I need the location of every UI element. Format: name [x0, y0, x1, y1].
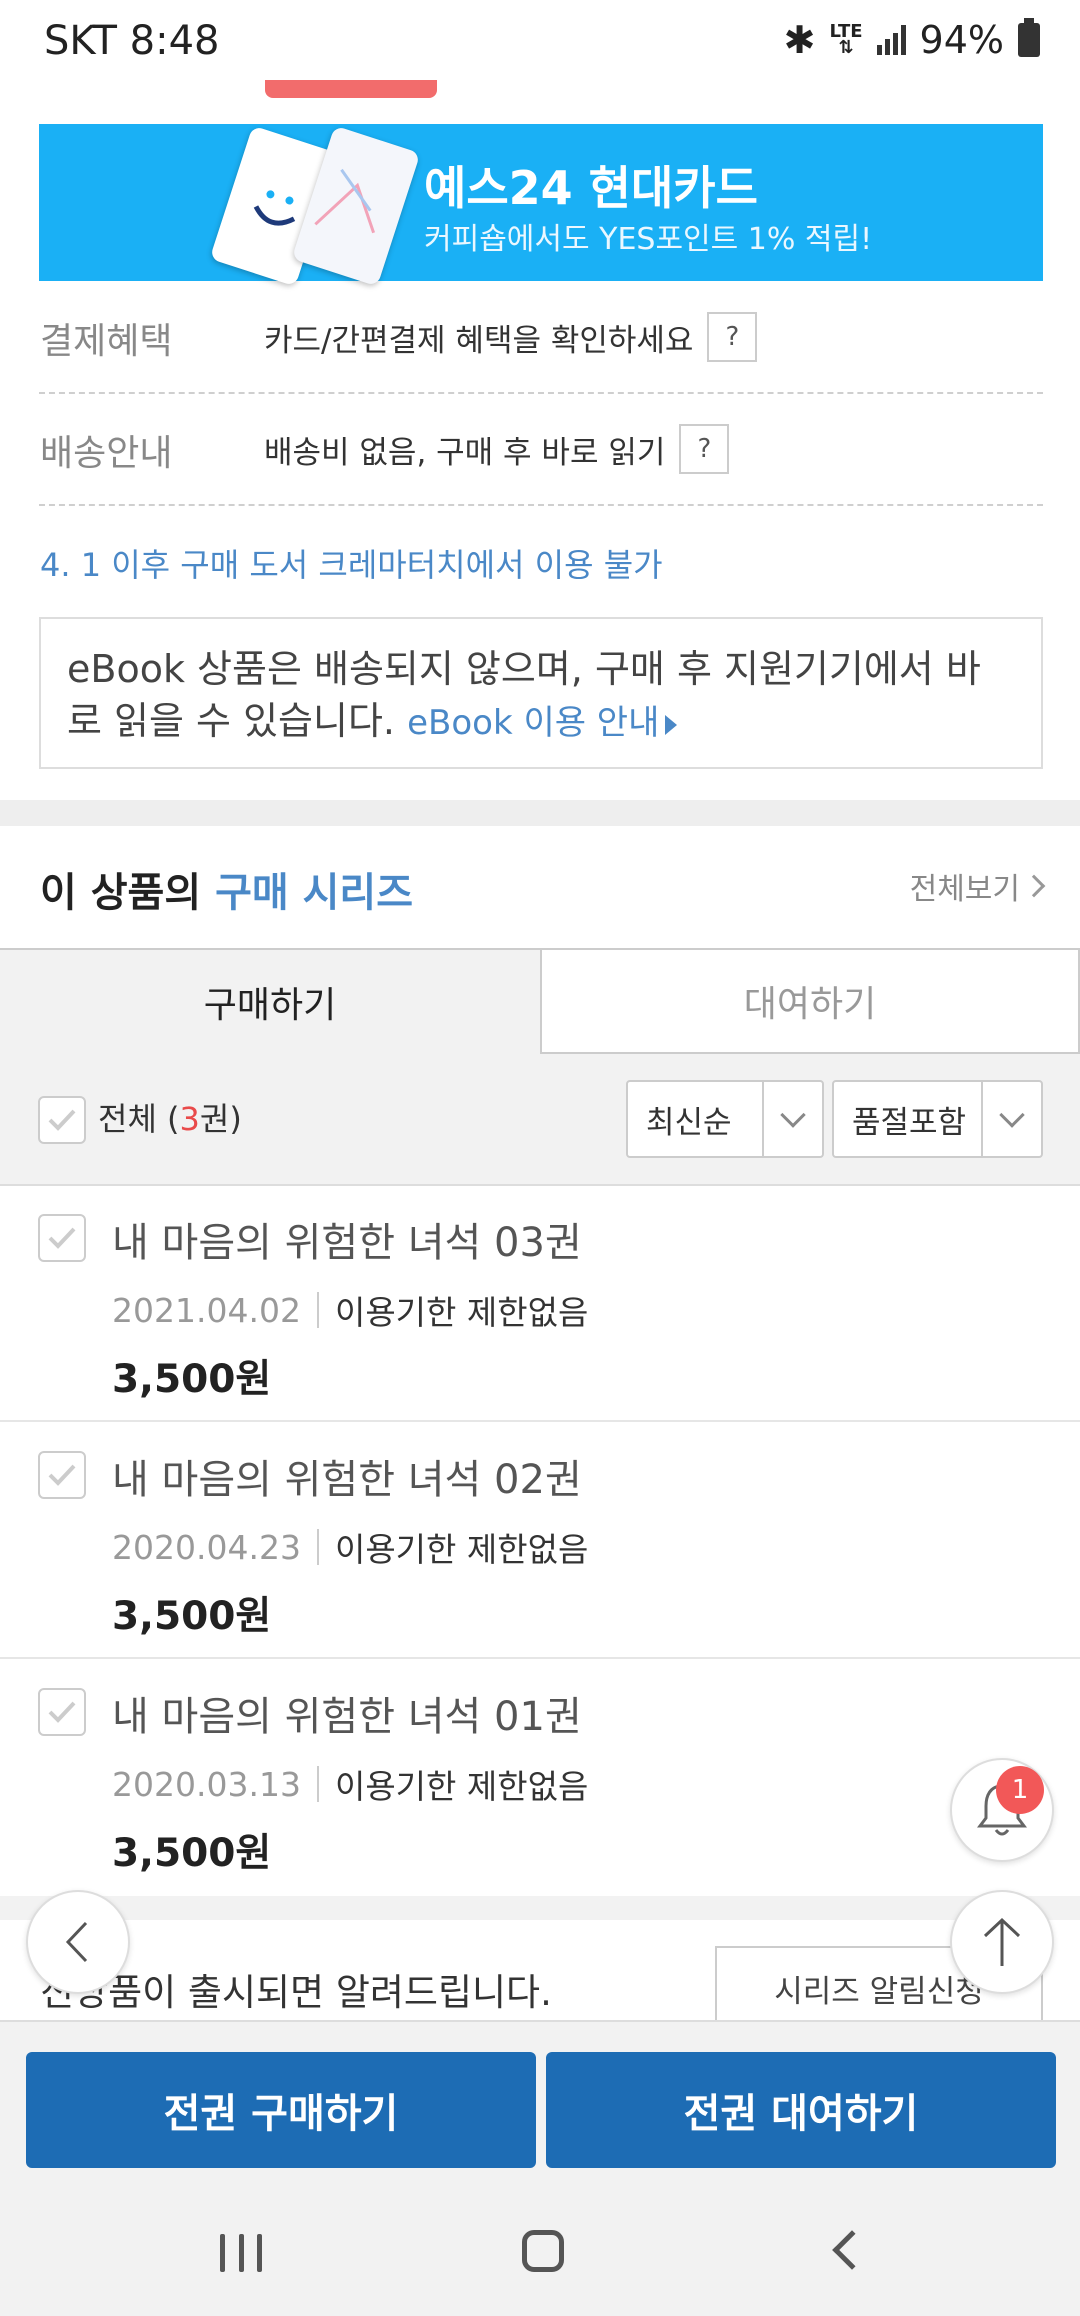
- item-date: 2021.04.02: [112, 1290, 301, 1330]
- item-title: 내 마음의 위험한 녀석 03권: [112, 1220, 582, 1266]
- payment-benefit-row: 카드/간편결제 혜택을 확인하세요 ?: [264, 312, 758, 362]
- view-all-link[interactable]: 전체보기: [910, 864, 1046, 908]
- divider: [39, 504, 1043, 506]
- status-icons: ✱ LTE ⇅ 94%: [784, 18, 1040, 62]
- chevron-down-icon: [999, 1102, 1025, 1128]
- item-checkbox[interactable]: [38, 1688, 86, 1736]
- item-checkbox[interactable]: [38, 1214, 86, 1262]
- payment-benefit-label: 결제혜택: [40, 321, 173, 362]
- notification-button[interactable]: 1: [950, 1758, 1054, 1862]
- play-arrow-icon: [665, 714, 678, 735]
- list-item[interactable]: 내 마음의 위험한 녀석 03권 2021.04.02 이용기한 제한없음 3,…: [0, 1186, 1080, 1422]
- payment-benefit-text: 카드/간편결제 혜택을 확인하세요: [264, 322, 694, 359]
- chevron-right-icon: [1022, 874, 1046, 898]
- home-icon[interactable]: [522, 2230, 564, 2272]
- delivery-label: 배송안내: [40, 433, 173, 474]
- payment-help-button[interactable]: ?: [707, 312, 758, 362]
- rent-all-button[interactable]: 전권 대여하기: [546, 2052, 1056, 2168]
- delivery-help-button[interactable]: ?: [679, 424, 730, 474]
- notification-badge: 1: [996, 1766, 1044, 1814]
- battery-icon: [1018, 18, 1040, 57]
- system-nav-bar: [0, 2192, 1080, 2316]
- bluetooth-icon: ✱: [783, 18, 816, 62]
- item-date: 2020.03.13: [112, 1764, 301, 1804]
- series-section-title: 이 상품의 구매 시리즈: [40, 870, 414, 916]
- item-limit: 이용기한 제한없음: [334, 1530, 589, 1569]
- delivery-row: 배송비 없음, 구매 후 바로 읽기 ?: [264, 424, 730, 474]
- status-bar: SKT 8:48 ✱ LTE ⇅ 94%: [0, 0, 1080, 80]
- tab-buy[interactable]: 구매하기: [0, 948, 540, 1054]
- divider: [39, 392, 1043, 394]
- item-date: 2020.04.23: [112, 1527, 301, 1567]
- action-bar: 전권 구매하기 전권 대여하기: [0, 2020, 1080, 2192]
- lte-icon: LTE ⇅: [829, 21, 863, 58]
- series-tabs: 구매하기 대여하기: [0, 948, 1080, 1054]
- chevron-down-icon: [780, 1102, 806, 1128]
- item-meta: 2020.03.13 이용기한 제한없음: [112, 1760, 588, 1808]
- banner-title: 예스24 현대카드: [424, 161, 758, 215]
- section-separator: [0, 1896, 1080, 1920]
- carrier-time: SKT 8:48: [44, 18, 220, 64]
- back-icon[interactable]: [832, 2230, 872, 2270]
- arrow-up-icon: [983, 1917, 1021, 1966]
- filter-bar: 전체 (3권) 최신순 품절포함: [0, 1054, 1080, 1186]
- battery-percent: 94%: [919, 18, 1004, 62]
- tab-rent[interactable]: 대여하기: [540, 948, 1080, 1054]
- item-price: 3,500원: [112, 1357, 272, 1402]
- list-item[interactable]: 내 마음의 위험한 녀석 02권 2020.04.23 이용기한 제한없음 3,…: [0, 1423, 1080, 1659]
- scroll-top-button[interactable]: [950, 1890, 1054, 1994]
- delivery-text: 배송비 없음, 구매 후 바로 읽기: [264, 434, 666, 471]
- item-checkbox[interactable]: [38, 1451, 86, 1499]
- item-limit: 이용기한 제한없음: [334, 1767, 589, 1806]
- device-notice: 4. 1 이후 구매 도서 크레마터치에서 이용 불가: [40, 546, 663, 584]
- ebook-guide-link[interactable]: eBook 이용 안내: [407, 703, 678, 743]
- section-separator: [0, 800, 1080, 826]
- banner-subtitle: 커피숍에서도 YES포인트 1% 적립!: [424, 222, 873, 257]
- back-button[interactable]: [26, 1890, 130, 1994]
- item-meta: 2021.04.02 이용기한 제한없음: [112, 1286, 588, 1334]
- select-all-label: 전체 (3권): [98, 1100, 242, 1138]
- card-promo-banner[interactable]: 예스24 현대카드 커피숍에서도 YES포인트 1% 적립!: [39, 124, 1043, 287]
- item-price: 3,500원: [112, 1831, 272, 1876]
- item-limit: 이용기한 제한없음: [334, 1293, 589, 1332]
- recents-icon[interactable]: [220, 2234, 262, 2272]
- select-all-checkbox[interactable]: [38, 1096, 86, 1144]
- signal-icon: [876, 25, 906, 55]
- stock-select[interactable]: 품절포함: [832, 1080, 1043, 1158]
- item-price: 3,500원: [112, 1594, 272, 1639]
- buy-all-button[interactable]: 전권 구매하기: [26, 2052, 536, 2168]
- item-title: 내 마음의 위험한 녀석 02권: [112, 1457, 582, 1503]
- chevron-left-icon: [65, 1921, 88, 1963]
- ebook-notice-box: eBook 상품은 배송되지 않으며, 구매 후 지원기기에서 바로 읽을 수 …: [39, 617, 1043, 769]
- list-item[interactable]: 내 마음의 위험한 녀석 01권 2020.03.13 이용기한 제한없음 3,…: [0, 1660, 1080, 1896]
- sort-select[interactable]: 최신순: [626, 1080, 824, 1158]
- item-meta: 2020.04.23 이용기한 제한없음: [112, 1523, 588, 1571]
- item-title: 내 마음의 위험한 녀석 01권: [112, 1694, 582, 1740]
